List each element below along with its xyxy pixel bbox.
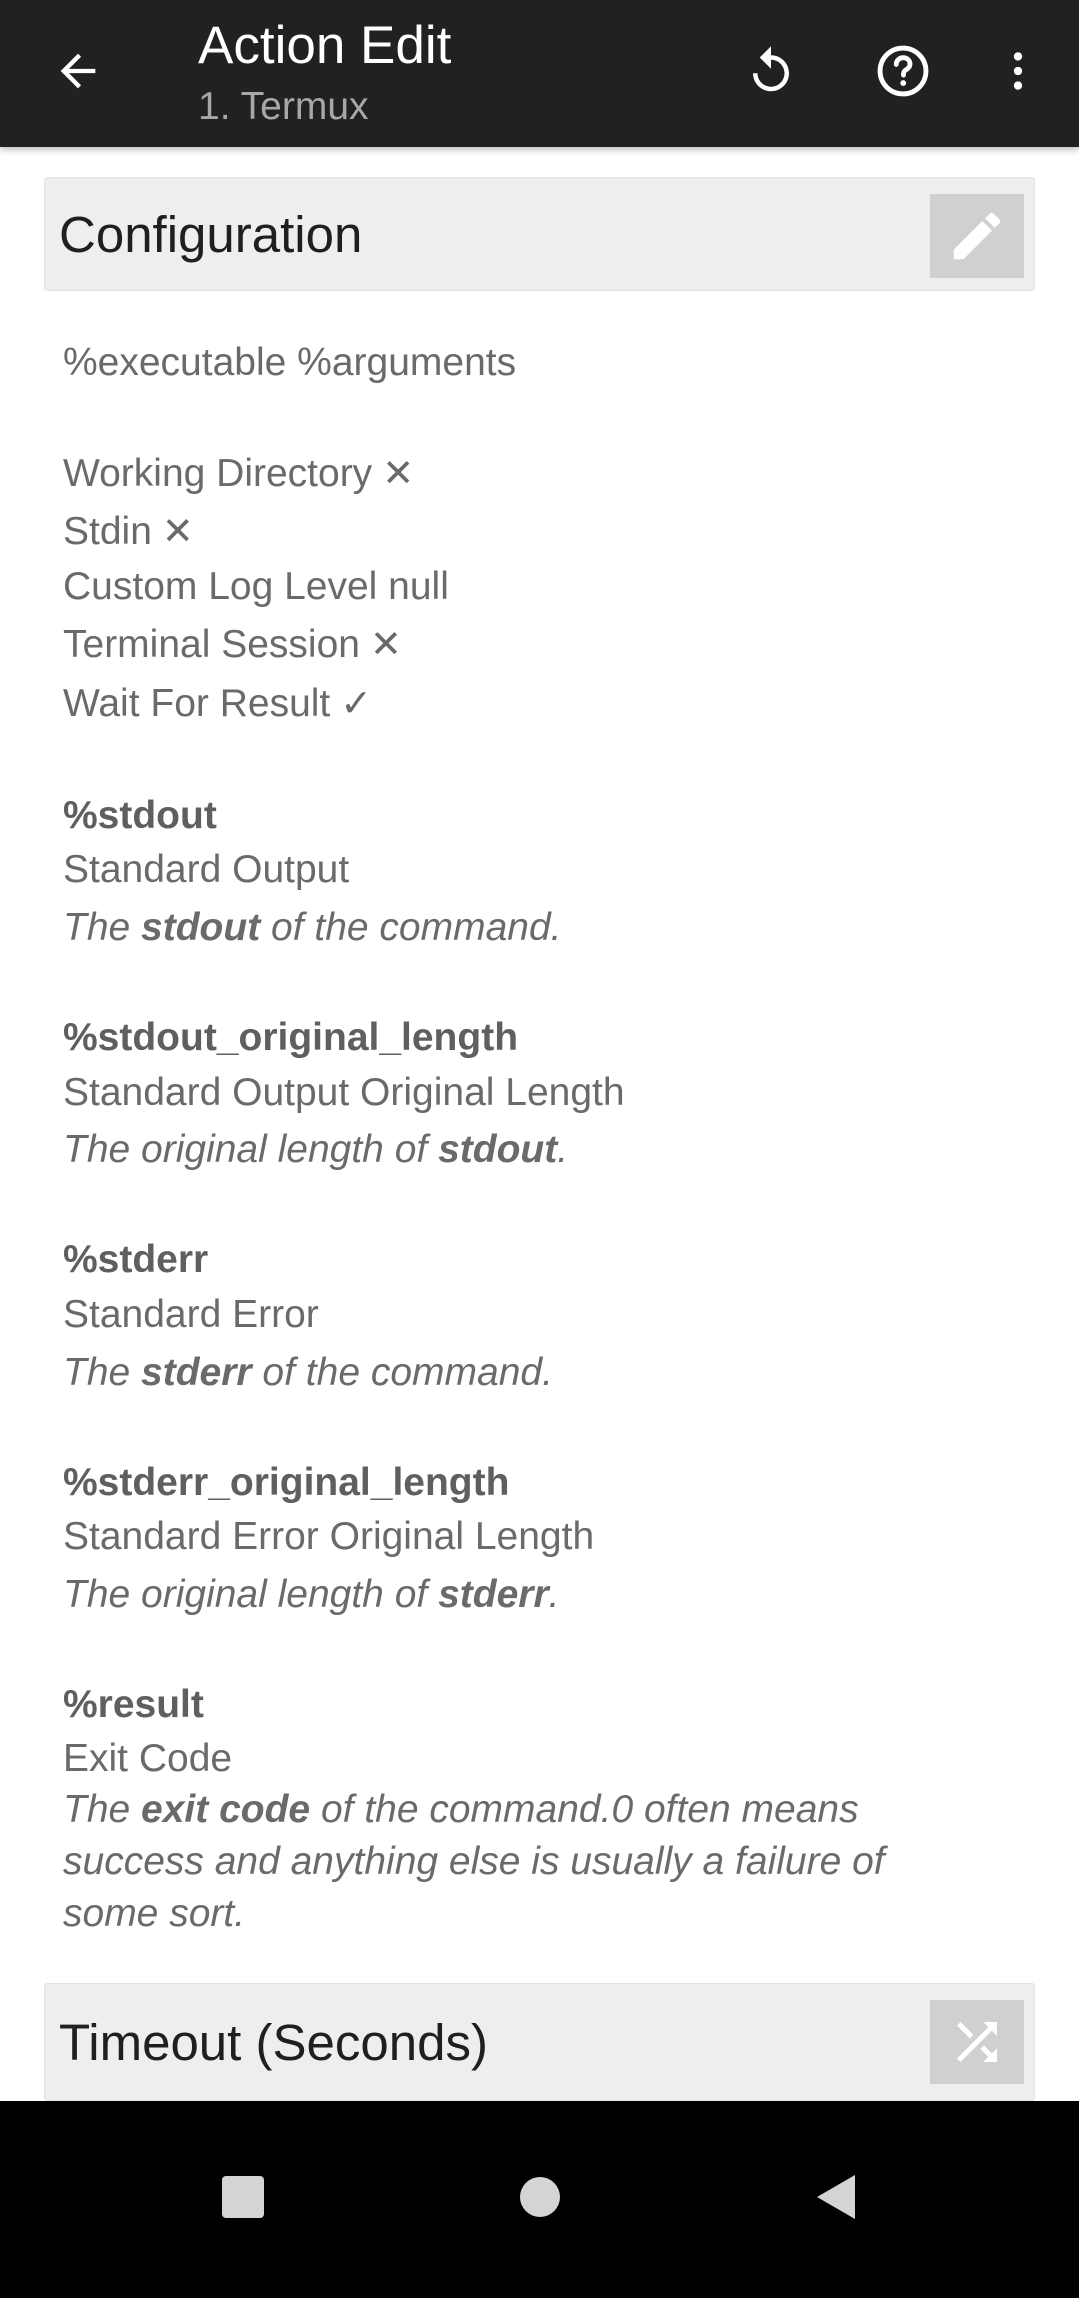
timeout-title: Timeout (Seconds)	[59, 2014, 488, 2071]
back-nav-button[interactable]	[786, 2147, 886, 2247]
desc-text: .	[548, 1573, 560, 1616]
desc-text: .	[557, 1128, 569, 1171]
variable-title-stderr: Standard Error	[63, 1293, 319, 1336]
option-label: Wait For Result	[63, 682, 331, 725]
cross-icon: ✕	[369, 622, 402, 666]
variable-name-result: %result	[63, 1683, 204, 1726]
page-subtitle: 1. Termux	[198, 85, 369, 128]
help-button[interactable]	[865, 33, 941, 109]
cross-icon: ✕	[161, 509, 194, 553]
desc-bold: stderr	[438, 1573, 549, 1616]
desc-text: of the command.0 often means	[310, 1788, 859, 1831]
option-label: Custom Log Level null	[63, 565, 449, 608]
more-options-button[interactable]	[980, 33, 1056, 109]
recents-button[interactable]	[193, 2147, 293, 2247]
variable-name-stderr: %stderr	[63, 1238, 209, 1281]
option-working-directory: Working Directory ✕	[63, 449, 414, 498]
desc-text: The	[63, 1788, 142, 1831]
more-vert-icon	[1013, 52, 1023, 90]
option-terminal-session: Terminal Session ✕	[63, 620, 402, 669]
desc-text: The	[63, 906, 142, 949]
variable-title-stdout-original-length: Standard Output Original Length	[63, 1071, 625, 1114]
shuffle-icon	[957, 2022, 997, 2062]
back-button[interactable]	[40, 33, 116, 109]
desc-bold: stderr	[141, 1351, 252, 1394]
desc-text: The original length of	[63, 1128, 439, 1171]
top-app-bar: Action Edit 1. Termux	[0, 0, 1079, 147]
configuration-title: Configuration	[59, 206, 363, 263]
square-icon	[222, 2176, 264, 2218]
variable-name-stdout: %stdout	[63, 794, 217, 837]
variable-desc-result-line-2: success and anything else is usually a f…	[63, 1840, 885, 1883]
help-circle-icon	[877, 45, 929, 97]
cross-icon: ✕	[382, 451, 415, 495]
variable-desc-stderr: The stderr of the command.	[63, 1348, 553, 1397]
variable-desc-stdout: The stdout of the command.	[63, 903, 562, 952]
variable-desc-stderr-original-length: The original length of stderr.	[63, 1570, 559, 1619]
home-button[interactable]	[490, 2147, 590, 2247]
page-title: Action Edit	[198, 16, 452, 75]
variable-desc-result-line-3: some sort.	[63, 1892, 246, 1935]
triangle-back-icon	[817, 2175, 855, 2219]
desc-bold: stdout	[141, 906, 261, 949]
desc-bold: exit code	[141, 1788, 311, 1831]
check-icon: ✓	[340, 681, 373, 725]
desc-text: of the command.	[251, 1351, 553, 1394]
variable-name-stdout-original-length: %stdout_original_length	[63, 1016, 519, 1059]
option-label: Terminal Session	[63, 623, 360, 666]
system-navigation-bar	[0, 2101, 1079, 2298]
variable-title-stderr-original-length: Standard Error Original Length	[63, 1515, 595, 1558]
command-text: %executable %arguments	[63, 341, 517, 384]
variable-desc-result: The exit code of the command.0 often mea…	[63, 1785, 859, 1834]
timeout-variable-button[interactable]	[930, 2000, 1024, 2084]
pencil-icon	[953, 212, 1001, 260]
option-label: Stdin	[63, 510, 152, 553]
desc-text: The original length of	[63, 1573, 439, 1616]
option-wait-for-result: Wait For Result ✓	[63, 679, 372, 728]
option-label: Working Directory	[63, 452, 373, 495]
desc-bold: stdout	[438, 1128, 558, 1171]
variable-title-stdout: Standard Output	[63, 848, 350, 891]
edit-configuration-button[interactable]	[930, 194, 1024, 278]
variable-name-stderr-original-length: %stderr_original_length	[63, 1461, 510, 1504]
variable-title-result: Exit Code	[63, 1737, 233, 1780]
undo-button[interactable]	[733, 33, 809, 109]
arrow-left-icon	[60, 53, 96, 89]
option-custom-log-level: Custom Log Level null	[63, 562, 449, 611]
desc-text: The	[63, 1351, 142, 1394]
variable-desc-stdout-original-length: The original length of stdout.	[63, 1125, 568, 1174]
circle-icon	[520, 2177, 560, 2217]
timeout-header: Timeout (Seconds)	[44, 1983, 1035, 2101]
undo-icon	[753, 46, 789, 92]
configuration-header: Configuration	[44, 177, 1035, 291]
desc-text: of the command.	[260, 906, 562, 949]
option-stdin: Stdin ✕	[63, 507, 194, 556]
